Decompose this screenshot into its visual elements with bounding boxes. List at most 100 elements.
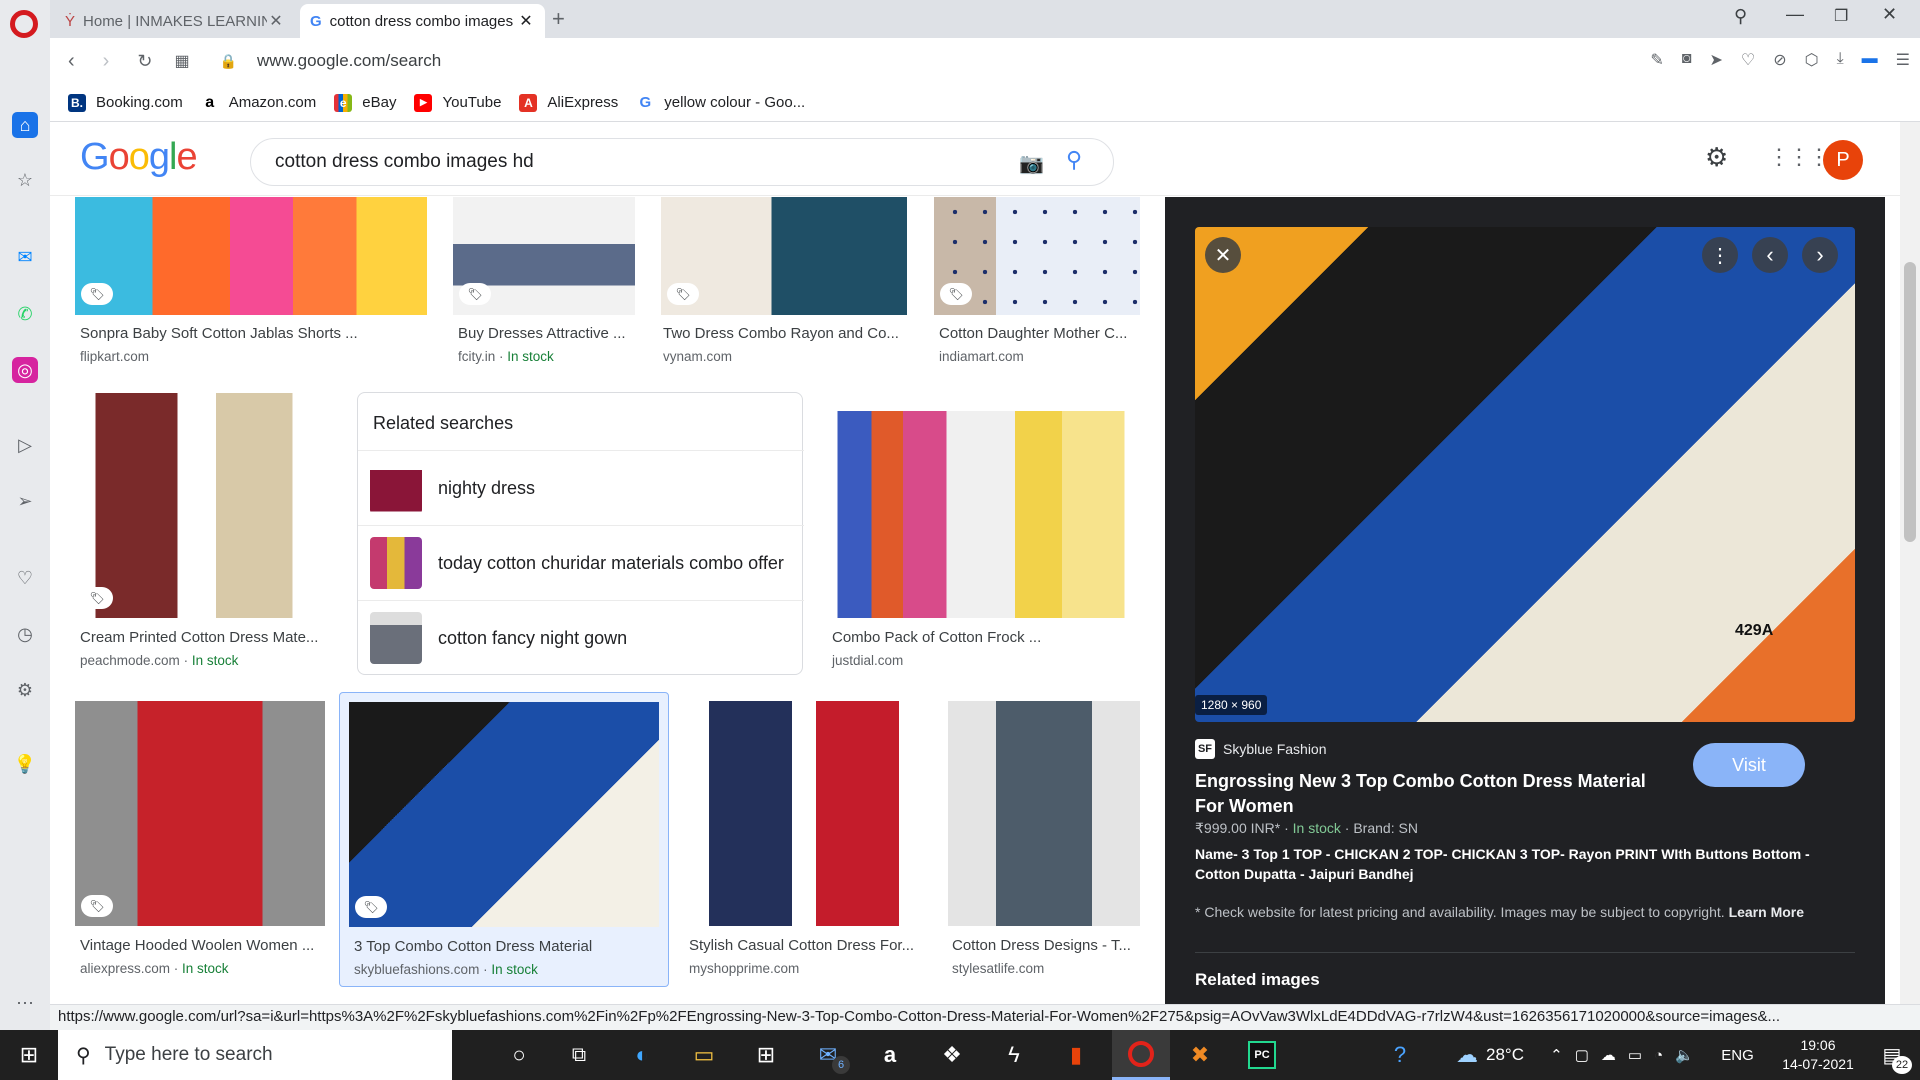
- tips-icon[interactable]: 💡: [12, 751, 38, 777]
- help-icon[interactable]: ?: [1380, 1030, 1420, 1080]
- send-icon[interactable]: ➢: [12, 488, 38, 514]
- result-card[interactable]: 🏷 Vintage Hooded Woolen Women ... aliexp…: [75, 701, 325, 981]
- system-tray[interactable]: ⌃ ▢ ☁ ▭ ◔ 🔈: [1542, 1030, 1702, 1080]
- result-thumbnail[interactable]: [685, 701, 923, 926]
- xampp-icon[interactable]: ✖: [1176, 1030, 1224, 1080]
- opera-taskbar-icon[interactable]: [1112, 1030, 1170, 1080]
- result-card[interactable]: Cotton Dress Designs - T... stylesatlife…: [948, 701, 1140, 981]
- result-title[interactable]: Combo Pack of Cotton Frock ...: [832, 629, 1132, 646]
- mail-icon[interactable]: ✉ 6: [804, 1030, 852, 1080]
- previous-icon[interactable]: ‹: [1752, 237, 1788, 273]
- visit-button[interactable]: Visit: [1693, 743, 1805, 787]
- network-icon[interactable]: ▢: [1575, 1046, 1589, 1064]
- notifications-icon[interactable]: ▤ 22: [1870, 1030, 1914, 1080]
- easy-setup-icon[interactable]: ☰: [1896, 50, 1910, 70]
- history-icon[interactable]: ◷: [12, 621, 38, 647]
- close-preview-icon[interactable]: ✕: [1205, 237, 1241, 273]
- search-icon[interactable]: ⚲: [1066, 147, 1082, 173]
- search-tabs-icon[interactable]: ⚲: [1734, 6, 1747, 27]
- learn-more-link[interactable]: Learn More: [1729, 904, 1804, 920]
- clock[interactable]: 19:06 14-07-2021: [1768, 1030, 1868, 1080]
- result-source[interactable]: skybluefashions.com · In stock: [354, 962, 538, 977]
- back-icon[interactable]: ‹: [68, 50, 75, 73]
- site-attribution[interactable]: SF Skyblue Fashion: [1195, 739, 1327, 759]
- result-source[interactable]: aliexpress.com · In stock: [80, 961, 229, 976]
- result-card[interactable]: Combo Pack of Cotton Frock ... justdial.…: [828, 393, 1140, 673]
- result-source[interactable]: flipkart.com: [80, 349, 149, 364]
- new-tab-icon[interactable]: +: [552, 6, 565, 32]
- player-icon[interactable]: ▷: [12, 432, 38, 458]
- result-title[interactable]: Stylish Casual Cotton Dress For...: [689, 937, 921, 954]
- result-thumbnail[interactable]: [75, 393, 331, 618]
- tab-google-search[interactable]: G cotton dress combo images hd ✕: [300, 4, 545, 38]
- result-card[interactable]: 🏷 Buy Dresses Attractive ... fcity.in · …: [453, 197, 635, 367]
- result-source[interactable]: vynam.com: [663, 349, 732, 364]
- extensions-icon[interactable]: ⬡: [1805, 50, 1819, 70]
- close-icon[interactable]: ✕: [517, 11, 535, 31]
- result-thumbnail[interactable]: [349, 702, 659, 927]
- search-box[interactable]: cotton dress combo images hd 📷 ⚲: [250, 138, 1114, 186]
- result-thumbnail[interactable]: [75, 197, 427, 315]
- result-source[interactable]: justdial.com: [832, 653, 903, 668]
- home-icon[interactable]: ⌂: [12, 112, 38, 138]
- result-thumbnail[interactable]: [828, 393, 1140, 618]
- opera-logo-icon[interactable]: [10, 10, 38, 38]
- tab-inmakes[interactable]: Ẏ Home | INMAKES LEARNING ✕: [55, 4, 295, 38]
- result-card[interactable]: 🏷 Sonpra Baby Soft Cotton Jablas Shorts …: [75, 197, 427, 367]
- result-title[interactable]: Vintage Hooded Woolen Women ...: [80, 937, 325, 954]
- battery-saver-icon[interactable]: ▬: [1862, 50, 1878, 70]
- chevron-up-icon[interactable]: ⌃: [1550, 1046, 1563, 1064]
- share-icon[interactable]: ➤: [1709, 50, 1722, 70]
- settings-icon[interactable]: ⚙: [12, 677, 38, 703]
- weather-widget[interactable]: ☁ 28°C: [1445, 1030, 1535, 1080]
- amazon-app-icon[interactable]: a: [866, 1030, 914, 1080]
- app-icon[interactable]: ϟ: [990, 1030, 1038, 1080]
- result-title[interactable]: Buy Dresses Attractive ...: [458, 325, 634, 342]
- result-title[interactable]: Cotton Daughter Mother C...: [939, 325, 1137, 342]
- result-thumbnail[interactable]: [948, 701, 1140, 926]
- next-icon[interactable]: ›: [1802, 237, 1838, 273]
- edge-icon[interactable]: ◐: [618, 1030, 666, 1080]
- pycharm-icon[interactable]: PC: [1238, 1030, 1286, 1080]
- result-title[interactable]: Cotton Dress Designs - T...: [952, 937, 1138, 954]
- related-search-item[interactable]: today cotton churidar materials combo of…: [358, 525, 804, 600]
- download-icon[interactable]: ⤓: [1837, 50, 1844, 70]
- restore-icon[interactable]: ❐: [1834, 6, 1848, 26]
- windows-start-icon[interactable]: ⊞: [0, 1030, 58, 1080]
- office-icon[interactable]: ▮: [1052, 1030, 1100, 1080]
- avatar[interactable]: P: [1823, 140, 1863, 180]
- google-logo[interactable]: Google: [80, 136, 198, 179]
- minimize-icon[interactable]: —: [1786, 4, 1804, 25]
- battery-icon[interactable]: ▭: [1628, 1046, 1642, 1064]
- result-source[interactable]: indiamart.com: [939, 349, 1024, 364]
- bookmark-ebay[interactable]: e eBay: [334, 93, 396, 112]
- result-title[interactable]: Two Dress Combo Rayon and Co...: [663, 325, 903, 342]
- result-source[interactable]: stylesatlife.com: [952, 961, 1044, 976]
- result-title[interactable]: Cream Printed Cotton Dress Mate...: [80, 629, 330, 646]
- url-field[interactable]: www.google.com/search: [257, 51, 441, 71]
- language-indicator[interactable]: ENG: [1715, 1030, 1760, 1080]
- search-input[interactable]: cotton dress combo images hd: [275, 151, 534, 173]
- task-view-icon[interactable]: ⧉: [555, 1030, 603, 1080]
- scrollbar-thumb[interactable]: [1904, 262, 1916, 542]
- bookmark-youtube[interactable]: ▶ YouTube: [414, 93, 501, 112]
- page-scrollbar[interactable]: [1900, 122, 1920, 1004]
- more-icon[interactable]: ⋯: [12, 990, 38, 1016]
- related-search-item[interactable]: cotton fancy night gown: [358, 600, 804, 675]
- reload-icon[interactable]: ↻: [137, 51, 152, 72]
- product-title[interactable]: Engrossing New 3 Top Combo Cotton Dress …: [1195, 769, 1675, 819]
- store-icon[interactable]: ⊞: [742, 1030, 790, 1080]
- forward-icon[interactable]: ›: [103, 50, 110, 73]
- settings-gear-icon[interactable]: ⚙: [1705, 142, 1728, 173]
- apps-grid-icon[interactable]: ⋮⋮⋮: [1768, 144, 1830, 170]
- camera-icon[interactable]: 📷: [1019, 151, 1044, 176]
- result-card[interactable]: 🏷 Two Dress Combo Rayon and Co... vynam.…: [661, 197, 907, 367]
- related-search-item[interactable]: nighty dress: [358, 450, 804, 525]
- result-card[interactable]: 🏷 Cotton Daughter Mother C... indiamart.…: [934, 197, 1140, 367]
- bookmark-yellow-colour[interactable]: Gyellow colour - Goo...: [636, 94, 805, 112]
- file-explorer-icon[interactable]: ▭: [680, 1030, 728, 1080]
- bookmark-booking[interactable]: B. Booking.com: [68, 93, 183, 112]
- speed-dial-icon[interactable]: ☆: [12, 167, 38, 193]
- result-source[interactable]: myshopprime.com: [689, 961, 799, 976]
- instagram-icon[interactable]: ◎: [12, 357, 38, 383]
